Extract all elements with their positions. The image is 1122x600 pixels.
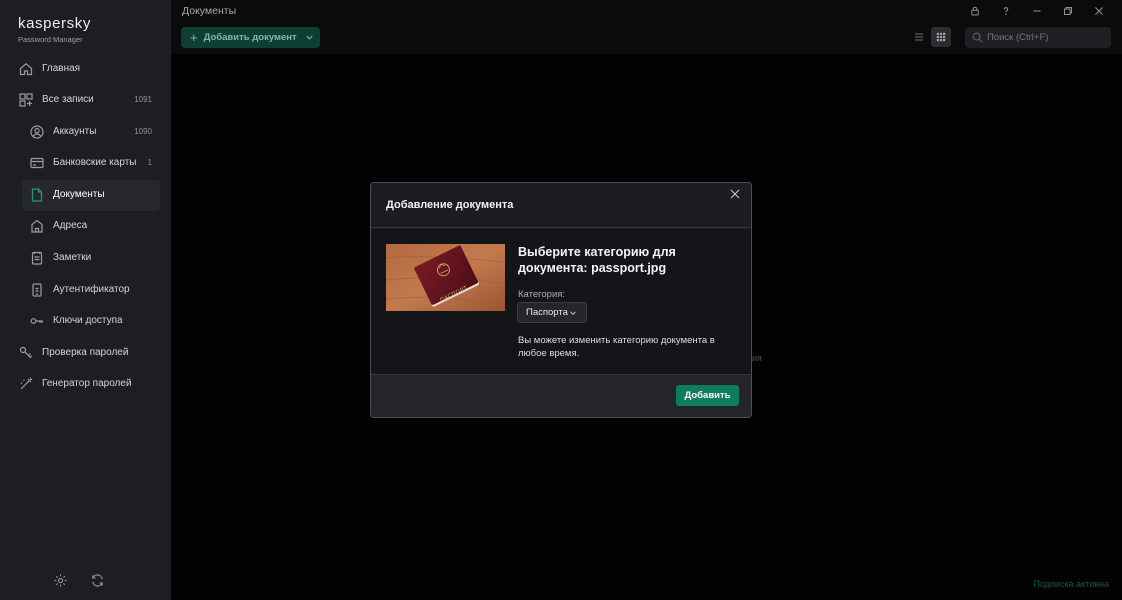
user-circle-icon — [29, 124, 45, 140]
list-view-button[interactable] — [909, 27, 929, 47]
key-icon — [29, 313, 45, 329]
grid-icon — [18, 92, 34, 108]
chevron-down-icon — [570, 311, 576, 316]
page-title: Документы — [182, 5, 237, 17]
help-icon[interactable] — [990, 2, 1021, 20]
card-icon — [29, 155, 45, 171]
home-icon — [18, 61, 34, 77]
sidebar-item-password-generator[interactable]: Генератор паролей — [0, 370, 171, 398]
home-address-icon — [29, 218, 45, 234]
restore-icon[interactable] — [1052, 2, 1083, 20]
category-label: Категория: — [518, 289, 566, 300]
settings-gear-icon[interactable] — [53, 573, 68, 588]
add-button[interactable]: Добавить — [676, 385, 739, 406]
sidebar-item-addresses[interactable]: Адреса — [0, 212, 171, 240]
note-icon — [29, 250, 45, 266]
grid-view-button[interactable] — [931, 27, 951, 47]
grid-view-icon — [936, 32, 946, 42]
sidebar-item-label: Адреса — [53, 220, 88, 231]
password-generator-icon — [18, 376, 34, 392]
close-window-icon[interactable] — [1083, 2, 1114, 20]
sidebar-item-accounts[interactable]: Аккаунты 1090 — [0, 118, 171, 146]
list-view-icon — [915, 33, 923, 41]
sidebar-item-all-records[interactable]: Все записи 1091 — [0, 86, 171, 114]
dialog-body: ПАСПОРТ Выберите категорию для документа… — [371, 229, 751, 375]
view-toggle — [909, 27, 951, 47]
plus-icon: + — [190, 30, 198, 45]
sidebar-item-password-check[interactable]: Проверка паролей — [0, 339, 171, 367]
sidebar-item-authenticator[interactable]: Аутентификатор — [0, 276, 171, 304]
authenticator-icon — [29, 282, 45, 298]
logo-name: kaspersky — [18, 15, 91, 32]
choose-category-title: Выберите категорию для документа: passpo… — [518, 245, 676, 275]
sidebar-item-label: Главная — [42, 63, 81, 74]
dialog-title: Добавление документа — [386, 199, 514, 211]
close-dialog-button[interactable] — [728, 187, 742, 201]
sidebar-item-bank-cards[interactable]: Банковские карты 1 — [0, 149, 171, 177]
sidebar-item-label: Генератор паролей — [42, 378, 132, 389]
item-count: 1 — [147, 158, 152, 167]
sidebar-item-label: Ключи доступа — [53, 315, 123, 326]
window-controls — [959, 2, 1114, 20]
toolbar: + Добавить документ — [171, 22, 1122, 54]
close-icon — [730, 189, 740, 199]
sidebar-item-label: Заметки — [53, 252, 92, 263]
lock-icon[interactable] — [959, 2, 990, 20]
background-hint-text: ия — [752, 353, 762, 363]
sidebar-item-documents[interactable]: Документы — [0, 180, 171, 211]
passport-thumbnail: ПАСПОРТ — [386, 244, 505, 311]
app-logo: kaspersky Password Manager — [18, 15, 91, 45]
item-count: 1091 — [134, 95, 152, 104]
category-selected-value: Паспорта — [526, 307, 568, 318]
search-icon — [972, 32, 983, 43]
add-document-label: Добавить документ — [203, 32, 297, 43]
sync-icon[interactable] — [90, 573, 105, 588]
subscription-status[interactable]: Подписка активна — [1033, 579, 1109, 589]
item-count: 1090 — [134, 127, 152, 136]
sidebar-item-access-keys[interactable]: Ключи доступа — [0, 307, 171, 335]
sidebar-item-label: Банковские карты — [53, 157, 137, 168]
sidebar: kaspersky Password Manager Главная Все з… — [0, 0, 171, 600]
password-check-icon — [18, 345, 34, 361]
sidebar-item-label: Все записи — [42, 94, 94, 105]
category-select[interactable]: Паспорта — [517, 302, 587, 323]
sidebar-item-label: Документы — [53, 189, 105, 200]
sidebar-item-label: Аккаунты — [53, 126, 97, 137]
sidebar-item-label: Проверка паролей — [42, 347, 129, 358]
add-document-dialog: Добавление документа ПАСПОРТ Выберите ка… — [370, 182, 752, 418]
sidebar-item-home[interactable]: Главная — [0, 55, 171, 83]
document-icon — [29, 187, 45, 203]
dialog-header: Добавление документа — [371, 183, 751, 228]
chevron-down-icon — [306, 35, 313, 40]
sidebar-footer — [53, 573, 105, 588]
sidebar-item-label: Аутентификатор — [53, 284, 130, 295]
search-input[interactable] — [965, 27, 1111, 48]
minimize-icon[interactable] — [1021, 2, 1052, 20]
add-document-button[interactable]: + Добавить документ — [181, 27, 320, 48]
category-hint: Вы можете изменить категорию документа в… — [518, 335, 715, 359]
logo-product: Password Manager — [18, 35, 83, 44]
dialog-footer: Добавить — [371, 374, 751, 417]
sidebar-item-notes[interactable]: Заметки — [0, 244, 171, 272]
